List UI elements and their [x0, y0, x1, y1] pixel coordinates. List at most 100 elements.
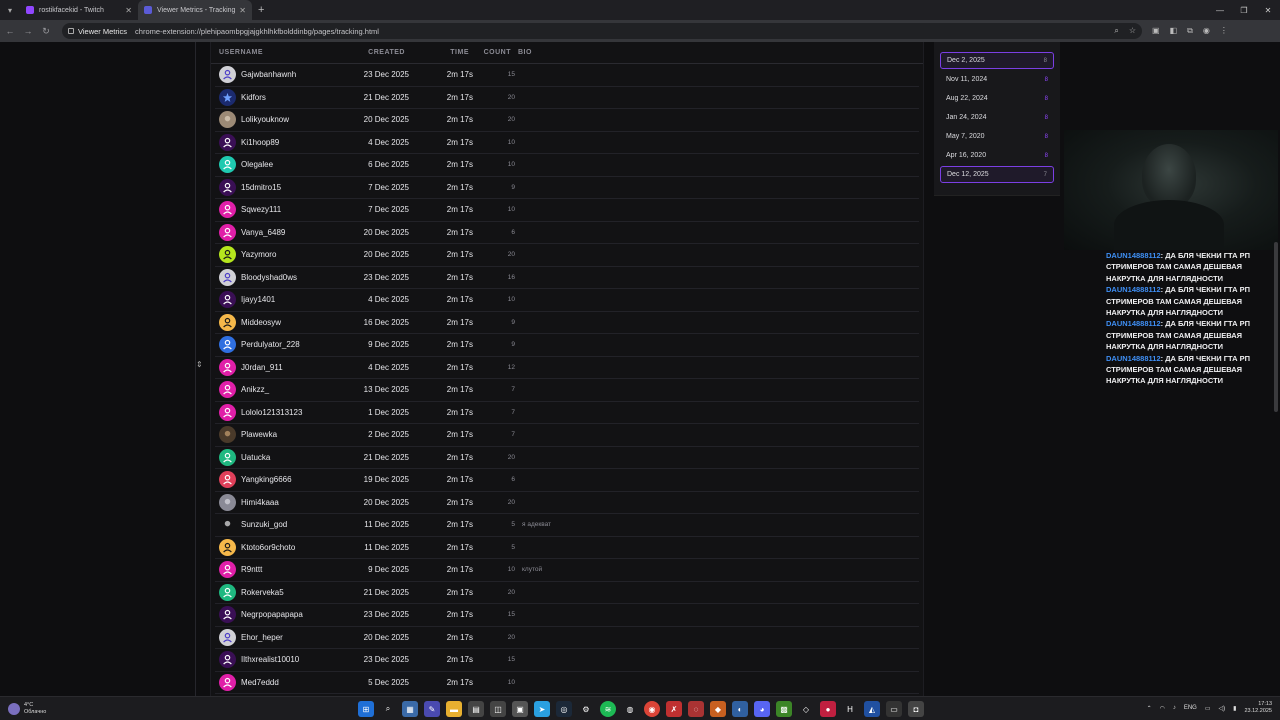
username-link[interactable]: 15dmitro15 [241, 183, 281, 192]
username-link[interactable]: Rokerveka5 [241, 588, 284, 597]
date-item[interactable]: Dec 2, 2025 8 [940, 52, 1054, 69]
username-link[interactable]: Himi4kaaa [241, 498, 279, 507]
table-row[interactable]: Plawewka 2 Dec 2025 2m 17s 7 [215, 424, 919, 447]
username-link[interactable]: Olegalee [241, 160, 273, 169]
table-row[interactable]: Uatucka 21 Dec 2025 2m 17s 20 [215, 447, 919, 469]
username-link[interactable]: Lolikyouknow [241, 115, 289, 124]
app-icon[interactable]: ● [820, 701, 836, 717]
chat-nick[interactable]: DAUN14888112 [1106, 319, 1161, 328]
header-time[interactable]: TIME [405, 49, 469, 56]
close-tab-icon[interactable]: ✕ [125, 6, 132, 15]
app-icon[interactable]: H [842, 701, 858, 717]
app-icon[interactable]: ✗ [666, 701, 682, 717]
new-tab-button[interactable]: + [258, 4, 264, 16]
tab-search-icon[interactable]: ▾ [0, 0, 20, 20]
tab-viewer-metrics[interactable]: Viewer Metrics - Tracking ✕ [138, 0, 252, 20]
chat-nick[interactable]: DAUN14888112 [1106, 251, 1161, 260]
username-link[interactable]: Middeosyw [241, 318, 281, 327]
table-row[interactable]: J0rdan_911 4 Dec 2025 2m 17s 12 [215, 357, 919, 379]
table-row[interactable]: R9nttt 9 Dec 2025 2m 17s 10 клутой [215, 559, 919, 582]
extension-2-icon[interactable]: ◧ [1170, 26, 1178, 36]
table-row[interactable]: Lololo121313123 1 Dec 2025 2m 17s 7 [215, 402, 919, 424]
table-row[interactable]: Med7eddd 5 Dec 2025 2m 17s 10 [215, 672, 919, 694]
date-item[interactable]: Nov 11, 2024 8 [940, 71, 1054, 88]
maximize-icon[interactable]: ❐ [1232, 0, 1256, 20]
username-link[interactable]: Vanya_6489 [241, 228, 285, 237]
steam-icon[interactable]: ◎ [556, 701, 572, 717]
username-link[interactable]: J0rdan_911 [241, 363, 283, 372]
username-link[interactable]: Ki1hoop89 [241, 138, 279, 147]
table-row[interactable]: Yazymoro 20 Dec 2025 2m 17s 20 [215, 244, 919, 267]
table-row[interactable]: Sunzuki_god 11 Dec 2025 2m 17s 5 я адекват [215, 514, 919, 537]
bookmark-star-icon[interactable]: ☆ [1129, 26, 1136, 36]
table-row[interactable]: Gajwbanhawnh 23 Dec 2025 2m 17s 15 [215, 64, 919, 87]
username-link[interactable]: Bloodyshad0ws [241, 273, 297, 282]
table-row[interactable]: Olegalee 6 Dec 2025 2m 17s 10 [215, 154, 919, 177]
chrome-icon[interactable]: ◉ [644, 701, 660, 717]
date-item[interactable]: Jan 24, 2024 8 [940, 109, 1054, 126]
username-link[interactable]: Gajwbanhawnh [241, 70, 296, 79]
zoom-icon[interactable]: ⌕ [1114, 26, 1118, 36]
username-link[interactable]: Ktoto6or9choto [241, 543, 295, 552]
telegram-icon[interactable]: ➤ [534, 701, 550, 717]
table-row[interactable]: Yangking6666 19 Dec 2025 2m 17s 6 [215, 469, 919, 492]
username-link[interactable]: Plawewka [241, 430, 277, 439]
username-link[interactable]: Sunzuki_god [241, 520, 287, 529]
table-row[interactable]: Bloodyshad0ws 23 Dec 2025 2m 17s 16 [215, 267, 919, 289]
language-indicator[interactable]: ENG [1184, 705, 1197, 711]
header-username[interactable]: USERNAME [211, 49, 347, 56]
header-bio[interactable]: BIO [511, 49, 923, 56]
forward-icon[interactable]: → [20, 26, 36, 36]
folder-icon[interactable]: ▬ [446, 701, 462, 717]
resize-handle-icon[interactable]: ⇕ [196, 360, 203, 369]
profile-avatar-icon[interactable]: ◉ [1203, 26, 1210, 36]
username-link[interactable]: Sqwezy111 [241, 205, 281, 214]
photos-icon[interactable]: ▦ [402, 701, 418, 717]
table-row[interactable]: Ilthxrealist10010 23 Dec 2025 2m 17s 15 [215, 649, 919, 672]
username-link[interactable]: Ijayy1401 [241, 295, 275, 304]
table-row[interactable]: Himi4kaaa 20 Dec 2025 2m 17s 20 [215, 492, 919, 514]
app-icon[interactable]: ◇ [798, 701, 814, 717]
app-icon[interactable]: ◐ [732, 701, 748, 717]
username-link[interactable]: Yangking6666 [241, 475, 292, 484]
table-row[interactable]: Ktoto6or9choto 11 Dec 2025 2m 17s 5 [215, 537, 919, 559]
username-link[interactable]: Negrpopapapapa [241, 610, 303, 619]
username-link[interactable]: Yazymoro [241, 250, 276, 259]
username-link[interactable]: Perdulyator_228 [241, 340, 300, 349]
tab-twitch[interactable]: rostikfacekid - Twitch ✕ [20, 0, 138, 20]
battery-icon[interactable]: ▮ [1233, 705, 1236, 712]
username-link[interactable]: Anikzz_ [241, 385, 269, 394]
table-row[interactable]: Vanya_6489 20 Dec 2025 2m 17s 6 [215, 222, 919, 244]
minimize-icon[interactable]: — [1208, 0, 1232, 20]
extension-1-icon[interactable]: ▣ [1152, 26, 1160, 36]
date-item[interactable]: May 7, 2020 8 [940, 128, 1054, 145]
calendar-icon[interactable]: ▣ [512, 701, 528, 717]
app-icon[interactable]: ◆ [710, 701, 726, 717]
table-row[interactable]: Middeosyw 16 Dec 2025 2m 17s 9 [215, 312, 919, 334]
table-row[interactable]: Kidfors 21 Dec 2025 2m 17s 20 [215, 87, 919, 109]
extensions-puzzle-icon[interactable]: ⧉ [1187, 26, 1193, 36]
date-item-partial[interactable] [940, 42, 1054, 50]
obs-icon[interactable]: ◍ [622, 701, 638, 717]
scrollbar[interactable] [1274, 242, 1278, 412]
username-link[interactable]: Ilthxrealist10010 [241, 655, 299, 664]
table-row[interactable]: Sqwezy111 7 Dec 2025 2m 17s 10 [215, 199, 919, 222]
reload-icon[interactable]: ↻ [38, 26, 54, 37]
minecraft-icon[interactable]: ▩ [776, 701, 792, 717]
terminal-icon[interactable]: ▭ [886, 701, 902, 717]
app-icon[interactable]: ▤ [468, 701, 484, 717]
discord-icon[interactable]: ◕ [754, 701, 770, 717]
mic-icon[interactable]: ♪ [1173, 705, 1176, 711]
close-tab-icon[interactable]: ✕ [239, 6, 246, 15]
table-row[interactable]: Anikzz_ 13 Dec 2025 2m 17s 7 [215, 379, 919, 402]
back-icon[interactable]: ← [2, 26, 18, 36]
header-created[interactable]: CREATED [347, 49, 405, 56]
table-row[interactable]: Ehor_heper 20 Dec 2025 2m 17s 20 [215, 627, 919, 649]
app-icon[interactable]: ✎ [424, 701, 440, 717]
app-icon[interactable]: ◭ [864, 701, 880, 717]
table-row[interactable]: Lolikyouknow 20 Dec 2025 2m 17s 20 [215, 109, 919, 132]
app-icon[interactable]: ◫ [490, 701, 506, 717]
settings-icon[interactable]: ⚙ [578, 701, 594, 717]
app-icon[interactable]: ◌ [688, 701, 704, 717]
spotify-icon[interactable]: ≋ [600, 701, 616, 717]
